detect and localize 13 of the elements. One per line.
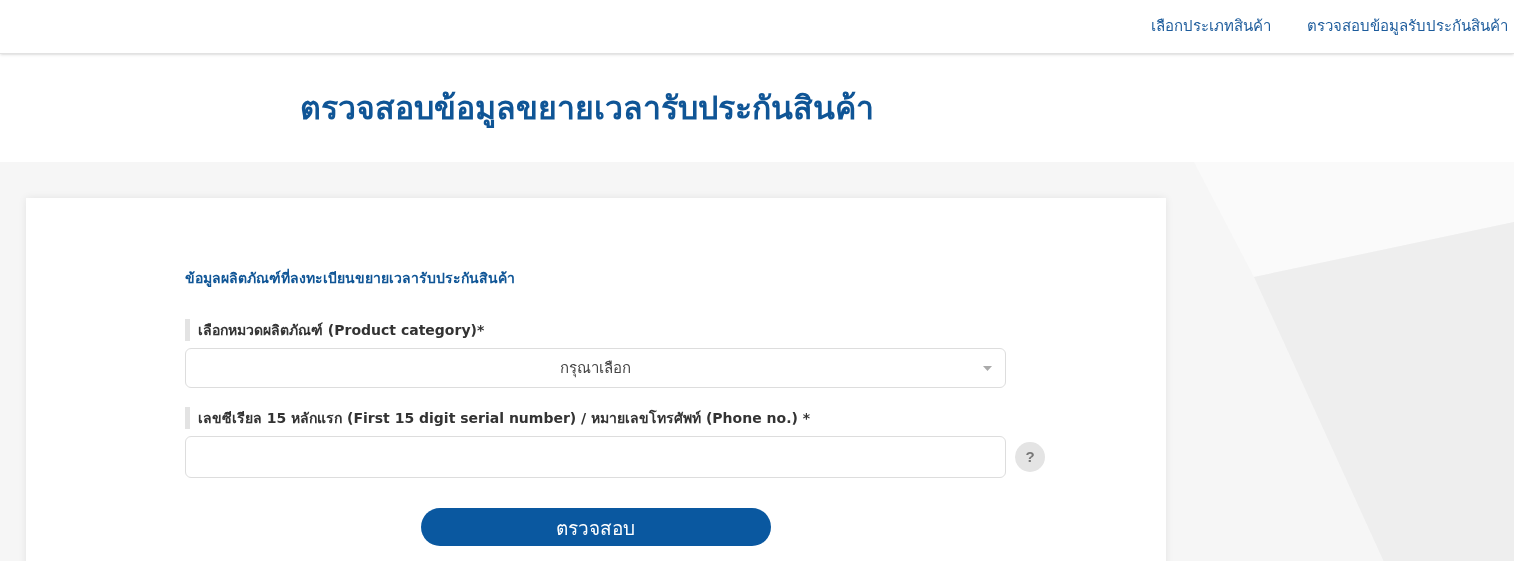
nav-link[interactable]: ตรวจสอบข้อมูลรับประกันสินค้า <box>1307 15 1508 38</box>
label-marker <box>185 407 190 429</box>
caret-icon <box>983 366 992 371</box>
field-label: เลขซีเรียล 15 หลักแรก (First 15 digit serial number) / หมายเลขโทรศัพท์ (Phone no.) * <box>198 408 811 428</box>
nav-link[interactable]: เลือกประเภทสินค้า <box>1151 15 1271 38</box>
field-label: เลือกหมวดผลิตภัณฑ์ (Product category)* <box>198 320 485 340</box>
serial-input-field[interactable] <box>185 436 1006 478</box>
label-marker <box>185 319 190 341</box>
submit-button[interactable]: ตรวจสอบ <box>420 508 771 546</box>
page-title: ตรวจสอบข้อมูลขยายเวลารับประกันสินค้า <box>300 88 874 130</box>
category-select[interactable]: กรุณาเลือก <box>185 348 1006 388</box>
section-title: ข้อมูลผลิตภัณฑ์ที่ลงทะเบียนขยายเวลารับประกันสินค้า <box>185 268 516 289</box>
help-button[interactable]: ? <box>1015 442 1045 472</box>
